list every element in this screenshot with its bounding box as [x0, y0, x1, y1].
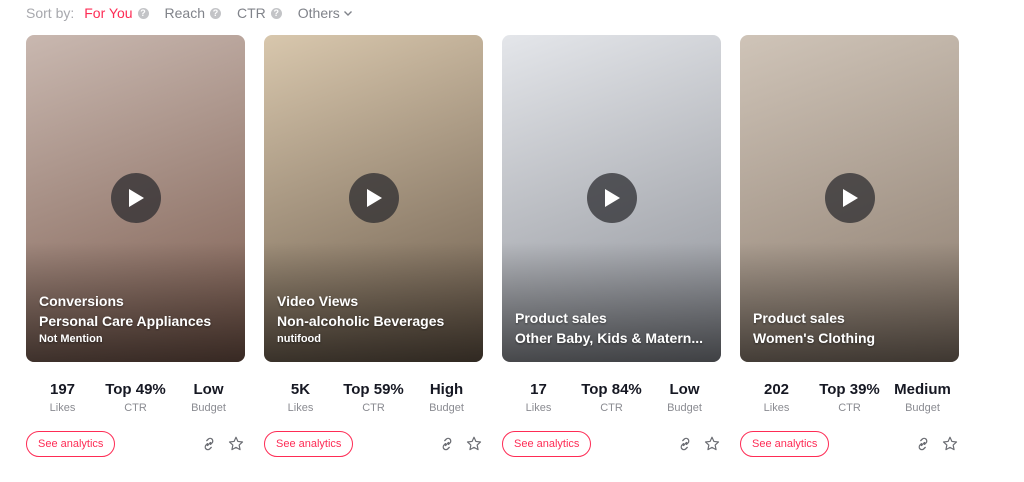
stat-label: Likes	[763, 402, 790, 414]
likes-stat: 202 Likes	[740, 380, 813, 414]
star-icon[interactable]	[465, 435, 483, 453]
stat-label: Budget	[429, 402, 464, 414]
brand-name: nutifood	[277, 333, 321, 345]
stat-label: Likes	[525, 402, 552, 414]
campaign-objective: Conversions	[39, 293, 124, 309]
ad-category: Other Baby, Kids & Matern...	[515, 330, 703, 346]
ad-category: Personal Care Appliances	[39, 313, 212, 329]
play-icon[interactable]	[586, 172, 637, 223]
star-icon[interactable]	[703, 435, 721, 453]
card-actions: See analytics	[26, 431, 245, 457]
sort-option-others[interactable]: Others	[298, 5, 353, 21]
play-icon[interactable]	[824, 172, 875, 223]
stat-value: Low	[669, 381, 700, 398]
card-actions: See analytics	[502, 431, 721, 457]
stat-value: Top 39%	[819, 381, 880, 398]
link-icon[interactable]	[438, 435, 456, 453]
ad-card: Video Views Non-alcoholic Beverages nuti…	[264, 35, 483, 457]
video-overlay: Product sales Women's Clothing	[753, 308, 949, 348]
question-icon: ?	[137, 7, 149, 19]
likes-stat: 17 Likes	[502, 380, 575, 414]
stat-value: Low	[193, 381, 224, 398]
star-icon[interactable]	[941, 435, 959, 453]
video-thumbnail[interactable]: Conversions Personal Care Appliances Not…	[26, 35, 245, 362]
video-thumbnail[interactable]: Product sales Other Baby, Kids & Matern.…	[502, 35, 721, 362]
card-actions: See analytics	[740, 431, 959, 457]
ad-category: Non-alcoholic Beverages	[277, 313, 445, 329]
link-icon[interactable]	[676, 435, 694, 453]
see-analytics-button[interactable]: See analytics	[26, 431, 116, 457]
sort-bar: Sort by: For You ? Reach ? CTR ? Others	[26, 4, 369, 22]
stat-value: Top 59%	[343, 381, 404, 398]
stats-row: 202 Likes Top 39% CTR Medium Budget	[740, 380, 959, 414]
video-overlay: Video Views Non-alcoholic Beverages nuti…	[277, 291, 473, 348]
stat-label: CTR	[838, 402, 861, 414]
sort-option-reach[interactable]: Reach ?	[165, 5, 221, 21]
stat-label: Likes	[49, 402, 76, 414]
video-thumbnail[interactable]: Video Views Non-alcoholic Beverages nuti…	[264, 35, 483, 362]
ctr-stat: Top 59% CTR	[337, 380, 410, 414]
ad-card: Conversions Personal Care Appliances Not…	[26, 35, 245, 457]
campaign-objective: Product sales	[753, 310, 845, 326]
star-icon[interactable]	[227, 435, 245, 453]
stat-value: 197	[49, 381, 76, 398]
video-overlay: Conversions Personal Care Appliances Not…	[39, 291, 235, 348]
ctr-stat: Top 39% CTR	[813, 380, 886, 414]
question-icon: ?	[270, 7, 282, 19]
sort-option-label: Others	[297, 5, 340, 21]
stat-label: CTR	[600, 402, 623, 414]
play-icon[interactable]	[110, 172, 161, 223]
see-analytics-button[interactable]: See analytics	[740, 431, 830, 457]
stats-row: 17 Likes Top 84% CTR Low Budget	[502, 380, 721, 414]
budget-stat: Low Budget	[648, 380, 721, 414]
link-icon[interactable]	[914, 435, 932, 453]
stat-label: Budget	[905, 402, 940, 414]
sort-option-label: For You	[84, 5, 133, 21]
sort-option-label: CTR	[236, 5, 266, 21]
stat-value: 17	[530, 381, 547, 398]
stat-label: Likes	[287, 402, 314, 414]
ctr-stat: Top 49% CTR	[99, 380, 172, 414]
see-analytics-button[interactable]: See analytics	[264, 431, 354, 457]
sort-by-label: Sort by:	[26, 5, 75, 21]
stat-label: Budget	[191, 402, 226, 414]
campaign-objective: Video Views	[277, 293, 359, 309]
card-actions: See analytics	[264, 431, 483, 457]
ad-card: Product sales Other Baby, Kids & Matern.…	[502, 35, 721, 457]
stat-value: Top 49%	[105, 381, 166, 398]
stat-value: Medium	[894, 381, 951, 398]
ad-card: Product sales Women's Clothing 202 Likes …	[740, 35, 959, 457]
stats-row: 197 Likes Top 49% CTR Low Budget	[26, 380, 245, 414]
campaign-objective: Product sales	[515, 310, 607, 326]
stat-value: 202	[763, 381, 790, 398]
sort-option-label: Reach	[164, 5, 205, 21]
see-analytics-button[interactable]: See analytics	[502, 431, 592, 457]
sort-option-for-you[interactable]: For You ?	[84, 5, 149, 21]
video-overlay: Product sales Other Baby, Kids & Matern.…	[515, 308, 711, 348]
ctr-stat: Top 84% CTR	[575, 380, 648, 414]
play-icon[interactable]	[348, 172, 399, 223]
stats-row: 5K Likes Top 59% CTR High Budget	[264, 380, 483, 414]
budget-stat: High Budget	[410, 380, 483, 414]
likes-stat: 197 Likes	[26, 380, 99, 414]
video-thumbnail[interactable]: Product sales Women's Clothing	[740, 35, 959, 362]
likes-stat: 5K Likes	[264, 380, 337, 414]
question-icon: ?	[209, 7, 221, 19]
stat-value: Top 84%	[581, 381, 642, 398]
budget-stat: Medium Budget	[886, 380, 959, 414]
budget-stat: Low Budget	[172, 380, 245, 414]
ad-category: Women's Clothing	[753, 330, 876, 346]
link-icon[interactable]	[200, 435, 218, 453]
stat-value: High	[429, 381, 464, 398]
stat-label: CTR	[124, 402, 147, 414]
stat-label: Budget	[667, 402, 702, 414]
brand-name: Not Mention	[39, 333, 103, 345]
stat-value: 5K	[290, 381, 311, 398]
sort-option-ctr[interactable]: CTR ?	[237, 5, 282, 21]
chevron-down-icon	[343, 8, 353, 18]
stat-label: CTR	[362, 402, 385, 414]
